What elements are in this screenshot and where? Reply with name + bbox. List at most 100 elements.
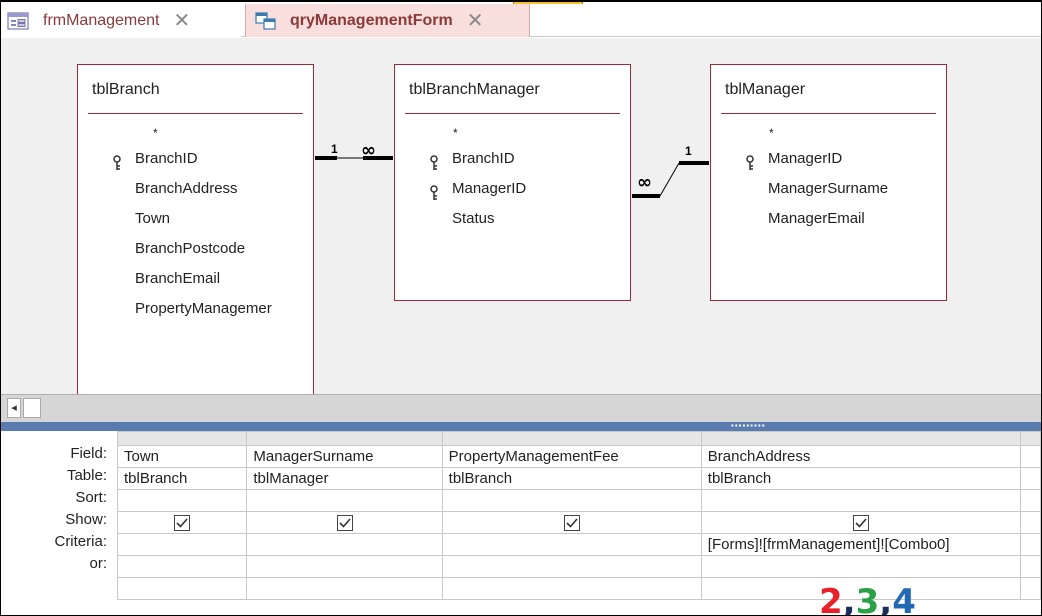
tab-frmmanagement[interactable]: frmManagement ✕ <box>1 4 241 37</box>
table-box-tblbranchmanager[interactable]: tblBranchManager * BranchID ManagerID St… <box>394 64 631 301</box>
show-checkbox[interactable] <box>563 515 580 532</box>
field-item[interactable]: BranchID <box>395 144 630 174</box>
query-design-window: frmManagement ✕ qryManagementForm ✕ 1 ∞ <box>0 0 1042 616</box>
grid-cell[interactable] <box>246 489 443 512</box>
grid-cell[interactable]: tblManager <box>246 467 443 490</box>
grid-row-or <box>116 555 1041 578</box>
table-box-tblmanager[interactable]: tblManager * ManagerID ManagerSurname Ma… <box>710 64 947 301</box>
grid-cell[interactable] <box>246 533 443 556</box>
horizontal-scrollbar[interactable]: ◂ <box>1 394 1041 422</box>
column-selector[interactable] <box>700 431 1022 446</box>
close-icon[interactable]: ✕ <box>174 11 191 31</box>
grid-cell[interactable]: tblBranch <box>700 467 1022 490</box>
query-icon <box>254 11 278 31</box>
show-checkbox[interactable] <box>174 515 191 532</box>
grid-cell[interactable] <box>116 511 248 534</box>
grid-cell[interactable] <box>116 555 248 578</box>
grid-cell[interactable] <box>246 555 443 578</box>
row-label-sort: Sort: <box>75 489 107 506</box>
row-label-field: Field: <box>70 445 107 462</box>
scroll-thumb[interactable] <box>23 398 41 418</box>
grid-row-table: tblBranch tblManager tblBranch tblBranch <box>116 467 1041 490</box>
grid-cell[interactable]: ManagerSurname <box>246 445 443 468</box>
grid-cell[interactable] <box>1020 467 1041 490</box>
field-item[interactable]: * <box>78 122 313 144</box>
grid-cell[interactable] <box>246 511 443 534</box>
grid-row-show <box>116 511 1041 534</box>
field-item[interactable]: Status <box>395 204 630 234</box>
grid-cell[interactable]: tblBranch <box>441 467 702 490</box>
grid-cell[interactable] <box>116 489 248 512</box>
grid-cell[interactable] <box>700 489 1022 512</box>
grid-cell[interactable] <box>441 577 702 600</box>
field-list: * ManagerID ManagerSurname ManagerEmail <box>711 122 946 234</box>
column-selector[interactable] <box>116 431 248 446</box>
row-label-or: or: <box>89 555 107 572</box>
grid-cell[interactable] <box>1020 577 1041 600</box>
field-item[interactable]: BranchEmail <box>78 264 313 294</box>
scroll-left-icon[interactable]: ◂ <box>7 398 21 418</box>
show-checkbox[interactable] <box>852 515 869 532</box>
row-label-criteria: Criteria: <box>54 533 107 550</box>
close-icon[interactable]: ✕ <box>467 11 484 31</box>
tab-qrymanagementform[interactable]: qryManagementForm ✕ <box>245 4 530 37</box>
annotation-number: 3 <box>855 582 880 616</box>
divider <box>721 113 936 114</box>
grid-cell[interactable]: Town <box>116 445 248 468</box>
grid-row-labels: Field: Table: Sort: Show: Criteria: or: <box>1 431 113 577</box>
field-item[interactable]: PropertyManagemer <box>78 294 313 324</box>
column-selector[interactable] <box>441 431 702 446</box>
pane-splitter[interactable] <box>1 422 1041 431</box>
relationship-diagram: 1 ∞ ∞ 1 tblBranch * BranchID BranchAddre… <box>1 38 1041 394</box>
grid-cell[interactable]: [Forms]![frmManagement]![Combo0] <box>700 533 1022 556</box>
field-item[interactable]: ManagerID <box>395 174 630 204</box>
splitter-grip-icon[interactable]: ▪▪▪▪▪▪▪▪▪ <box>731 422 795 430</box>
field-item[interactable]: * <box>711 122 946 144</box>
field-item[interactable]: BranchPostcode <box>78 234 313 264</box>
field-item[interactable]: BranchAddress <box>78 174 313 204</box>
grid-cell[interactable] <box>441 511 702 534</box>
grid-cell[interactable] <box>1020 511 1041 534</box>
field-item[interactable]: ManagerEmail <box>711 204 946 234</box>
key-icon <box>429 182 439 200</box>
grid-table: Town ManagerSurname PropertyManagementFe… <box>116 431 1041 600</box>
divider <box>88 113 303 114</box>
grid-cell[interactable] <box>700 555 1022 578</box>
row-label-show: Show: <box>65 511 107 528</box>
grid-cell[interactable] <box>1020 555 1041 578</box>
field-item[interactable]: ManagerSurname <box>711 174 946 204</box>
field-label: ManagerID <box>452 180 527 197</box>
field-item[interactable]: * <box>395 122 630 144</box>
grid-cell[interactable] <box>1020 489 1041 512</box>
grid-cell[interactable] <box>246 577 443 600</box>
field-list: * BranchID ManagerID Status <box>395 122 630 234</box>
grid-cell[interactable] <box>1020 533 1041 556</box>
key-icon <box>112 152 122 170</box>
grid-cell[interactable]: PropertyManagementFee <box>441 445 702 468</box>
grid-cell[interactable] <box>700 511 1022 534</box>
annotation-separator: , <box>879 582 893 616</box>
grid-cell[interactable]: BranchAddress <box>700 445 1022 468</box>
field-item[interactable]: Town <box>78 204 313 234</box>
show-checkbox[interactable] <box>336 515 353 532</box>
annotation-separator: , <box>842 582 856 616</box>
field-label: BranchID <box>135 150 198 167</box>
grid-cell[interactable] <box>441 555 702 578</box>
header-spacer <box>1 431 113 445</box>
column-selector[interactable] <box>246 431 443 446</box>
field-item[interactable]: ManagerID <box>711 144 946 174</box>
grid-cell[interactable] <box>116 577 248 600</box>
grid-cell[interactable] <box>116 533 248 556</box>
column-selector-row <box>116 431 1041 446</box>
divider <box>405 113 620 114</box>
cardinality-label: ∞ <box>361 140 376 161</box>
row-label-table: Table: <box>66 467 107 484</box>
grid-cell[interactable] <box>1020 445 1041 468</box>
grid-cell[interactable]: tblBranch <box>116 467 248 490</box>
grid-cell[interactable] <box>441 533 702 556</box>
grid-cell[interactable] <box>441 489 702 512</box>
column-selector[interactable] <box>1020 431 1041 446</box>
table-box-tblbranch[interactable]: tblBranch * BranchID BranchAddress Town … <box>77 64 314 394</box>
key-icon <box>429 152 439 170</box>
field-item[interactable]: BranchID <box>78 144 313 174</box>
